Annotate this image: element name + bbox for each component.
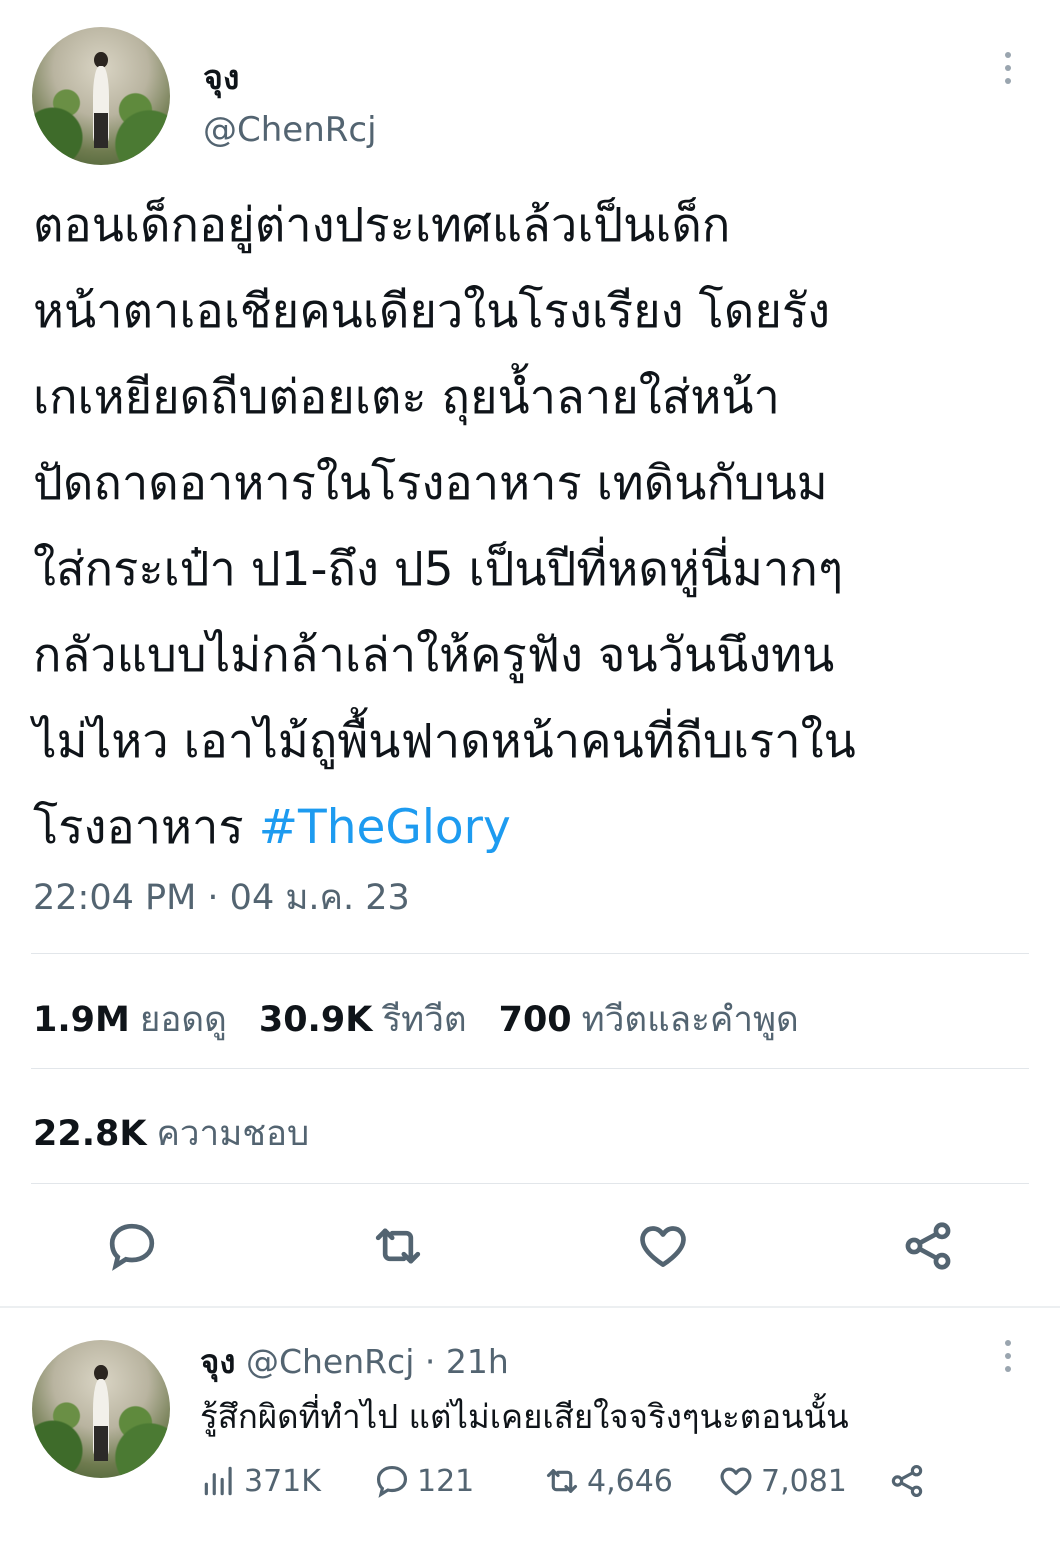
divider: [31, 1068, 1029, 1069]
reply-views-count: 371K: [244, 1463, 321, 1499]
retweet-icon: [546, 1469, 578, 1493]
views-icon: [204, 1466, 232, 1496]
reply-text: รู้สึกผิดที่ทำไป แต่ไม่เคยเสียใจจริงๆนะต…: [200, 1397, 849, 1436]
retweets-label[interactable]: รีทวีต: [382, 992, 466, 1047]
tweet-text: ตอนเด็กอยู่ต่างประเทศแล้วเป็นเด็ก หน้าตา…: [33, 183, 1033, 871]
retweet-icon[interactable]: [370, 1218, 426, 1274]
section-divider: [0, 1306, 1060, 1308]
divider: [31, 1183, 1029, 1184]
reply-replies[interactable]: 121: [373, 1462, 474, 1500]
stats-row: 1.9M ยอดดู 30.9K รีทวีต 700 ทวีตและคำพูด: [33, 992, 831, 1047]
reply-more-options-icon[interactable]: [1003, 1340, 1013, 1372]
author-display-name[interactable]: จุง: [203, 50, 240, 104]
hashtag-link[interactable]: #TheGlory: [259, 800, 511, 855]
divider: [31, 953, 1029, 954]
reply-share[interactable]: [888, 1462, 926, 1500]
share-icon: [891, 1465, 923, 1497]
reply-time[interactable]: · 21h: [425, 1342, 509, 1381]
reply-replies-count: 121: [417, 1463, 475, 1499]
likes-label[interactable]: ความชอบ: [156, 1106, 309, 1161]
heart-icon[interactable]: [635, 1218, 691, 1274]
retweets-count[interactable]: 30.9K: [259, 1000, 372, 1040]
reply-retweets-count: 4,646: [587, 1463, 673, 1499]
tweet-actions: [0, 1218, 1060, 1278]
reply-retweets[interactable]: 4,646: [543, 1462, 673, 1500]
reply-header: จุง @ChenRcj · 21h: [200, 1335, 509, 1388]
more-options-icon[interactable]: [1003, 52, 1013, 84]
reply-handle[interactable]: @ChenRcj: [246, 1342, 414, 1381]
share-icon[interactable]: [900, 1218, 956, 1274]
author-handle[interactable]: @ChenRcj: [203, 110, 377, 150]
tweet-timestamp[interactable]: 22:04 PM · 04 ม.ค. 23: [33, 870, 410, 925]
likes-count[interactable]: 22.8K: [33, 1114, 146, 1154]
reply-icon: [376, 1465, 408, 1498]
views-count: 1.9M: [33, 1000, 130, 1040]
heart-icon: [720, 1467, 752, 1496]
reply-views[interactable]: 371K: [200, 1462, 321, 1500]
reply-likes-count: 7,081: [761, 1463, 847, 1499]
quotes-count[interactable]: 700: [499, 1000, 572, 1040]
reply-likes[interactable]: 7,081: [717, 1462, 847, 1500]
reply-actions: 371K 121 4,646 7,081: [200, 1462, 960, 1512]
reply-display-name[interactable]: จุง: [200, 1342, 235, 1381]
reply-author-avatar[interactable]: [32, 1340, 170, 1478]
likes-row: 22.8K ความชอบ: [33, 1106, 341, 1161]
tweet-text-body: ตอนเด็กอยู่ต่างประเทศแล้วเป็นเด็ก หน้าตา…: [33, 198, 856, 855]
reply-icon[interactable]: [104, 1218, 160, 1274]
views-label: ยอดดู: [139, 1000, 227, 1040]
author-avatar[interactable]: [32, 27, 170, 165]
quotes-label[interactable]: ทวีตและคำพูด: [582, 992, 799, 1047]
